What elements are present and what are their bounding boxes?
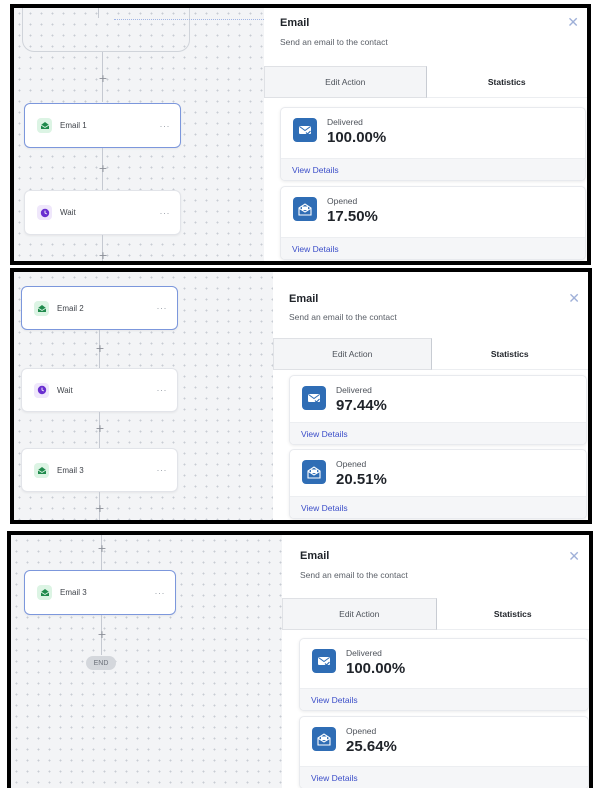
screenshot-frame-1: + Email 1 ··· + Wait ··· + Email Send an…	[10, 4, 591, 265]
stat-card-opened: Opened 25.64% View Details	[299, 716, 589, 788]
clock-icon	[34, 382, 49, 398]
view-details-link[interactable]: View Details	[292, 244, 339, 254]
workflow-node-email-2[interactable]: Email 2 ···	[21, 286, 178, 330]
node-menu-button[interactable]: ···	[160, 121, 171, 131]
tab-edit-action[interactable]: Edit Action	[273, 338, 432, 370]
delivered-envelope-icon	[293, 118, 317, 142]
close-icon[interactable]: ✕	[568, 550, 580, 564]
panel-title: Email	[289, 293, 319, 305]
screenshot-frame-3: + Email 3 ··· + END Email Send an email …	[7, 531, 593, 788]
envelope-open-icon	[34, 300, 49, 316]
stat-value: 97.44%	[336, 397, 387, 414]
stat-label: Opened	[336, 459, 367, 469]
stat-value: 100.00%	[327, 129, 387, 146]
add-step-button[interactable]: +	[98, 250, 108, 261]
clock-icon	[37, 205, 52, 220]
node-menu-button[interactable]: ···	[160, 208, 171, 218]
panel-title: Email	[280, 17, 310, 29]
add-step-button[interactable]: +	[95, 503, 105, 514]
stat-label: Delivered	[346, 648, 382, 658]
add-step-button[interactable]: +	[98, 73, 108, 84]
tab-edit-action[interactable]: Edit Action	[282, 598, 437, 630]
panel-tabs: Edit Action Statistics	[282, 598, 589, 630]
action-side-panel: Email Send an email to the contact ✕ Edi…	[264, 8, 587, 261]
workflow-node-email-1[interactable]: Email 1 ···	[24, 103, 181, 148]
add-step-button[interactable]: +	[95, 343, 105, 354]
action-side-panel: Email Send an email to the contact ✕ Edi…	[282, 535, 589, 788]
node-label: Email 3	[60, 588, 87, 597]
add-step-button[interactable]: +	[97, 629, 107, 640]
node-label: Wait	[60, 208, 76, 217]
stat-value: 17.50%	[327, 208, 378, 225]
tab-statistics[interactable]: Statistics	[426, 66, 587, 98]
tab-edit-action[interactable]: Edit Action	[264, 66, 427, 98]
workflow-node-email-3[interactable]: Email 3 ···	[24, 570, 176, 615]
envelope-open-icon	[34, 462, 49, 478]
workflow-canvas[interactable]: + Email 3 ··· + END	[11, 535, 282, 788]
panel-tabs: Edit Action Statistics	[273, 338, 588, 370]
close-icon[interactable]: ✕	[568, 292, 580, 306]
workflow-canvas[interactable]: Email 2 ··· + Wait ··· + Email 3 ··· +	[14, 272, 273, 520]
stat-value: 25.64%	[346, 738, 397, 755]
opened-envelope-icon	[312, 727, 336, 751]
node-menu-button[interactable]: ···	[157, 385, 168, 395]
stat-card-opened: Opened 17.50% View Details	[280, 186, 586, 260]
action-side-panel: Email Send an email to the contact ✕ Edi…	[273, 272, 588, 520]
close-icon[interactable]: ✕	[567, 16, 579, 30]
workflow-canvas[interactable]: + Email 1 ··· + Wait ··· +	[14, 8, 264, 261]
delivered-envelope-icon	[302, 386, 326, 410]
opened-envelope-icon	[293, 197, 317, 221]
view-details-link[interactable]: View Details	[311, 695, 358, 705]
screenshot-frame-2: Email 2 ··· + Wait ··· + Email 3 ··· + E…	[10, 268, 592, 524]
stat-value: 100.00%	[346, 660, 406, 677]
node-label: Email 1	[60, 121, 87, 130]
node-label: Email 3	[57, 465, 84, 475]
opened-envelope-icon	[302, 460, 326, 484]
panel-title: Email	[300, 550, 330, 562]
branch-container	[22, 8, 190, 52]
end-node: END	[86, 656, 116, 670]
node-menu-button[interactable]: ···	[157, 465, 168, 475]
node-menu-button[interactable]: ···	[155, 588, 166, 598]
stat-label: Opened	[346, 726, 377, 736]
panel-subtitle: Send an email to the contact	[280, 37, 388, 47]
node-label: Email 2	[57, 303, 84, 313]
view-details-link[interactable]: View Details	[292, 165, 339, 175]
stat-card-delivered: Delivered 97.44% View Details	[289, 375, 587, 445]
add-step-button[interactable]: +	[95, 423, 105, 434]
node-label: Wait	[57, 385, 73, 395]
view-details-link[interactable]: View Details	[301, 503, 348, 513]
stat-label: Delivered	[336, 385, 372, 395]
envelope-open-icon	[37, 118, 52, 133]
view-details-link[interactable]: View Details	[301, 429, 348, 439]
workflow-node-email-3[interactable]: Email 3 ···	[21, 448, 178, 492]
stat-card-opened: Opened 20.51% View Details	[289, 449, 587, 519]
envelope-open-icon	[37, 585, 52, 600]
connector-dashed	[114, 19, 264, 20]
add-step-button[interactable]: +	[98, 163, 108, 174]
workflow-node-wait[interactable]: Wait ···	[21, 368, 178, 412]
view-details-link[interactable]: View Details	[311, 773, 358, 783]
node-menu-button[interactable]: ···	[157, 303, 168, 313]
tab-statistics[interactable]: Statistics	[431, 338, 588, 370]
stat-card-delivered: Delivered 100.00% View Details	[299, 638, 589, 711]
panel-tabs: Edit Action Statistics	[264, 66, 587, 98]
panel-subtitle: Send an email to the contact	[300, 570, 408, 580]
delivered-envelope-icon	[312, 649, 336, 673]
add-step-button[interactable]: +	[97, 543, 107, 554]
tab-statistics[interactable]: Statistics	[436, 598, 589, 630]
workflow-node-wait[interactable]: Wait ···	[24, 190, 181, 235]
panel-subtitle: Send an email to the contact	[289, 312, 397, 322]
stat-card-delivered: Delivered 100.00% View Details	[280, 107, 586, 181]
stat-value: 20.51%	[336, 471, 387, 488]
stat-label: Delivered	[327, 117, 363, 127]
stat-label: Opened	[327, 196, 358, 206]
